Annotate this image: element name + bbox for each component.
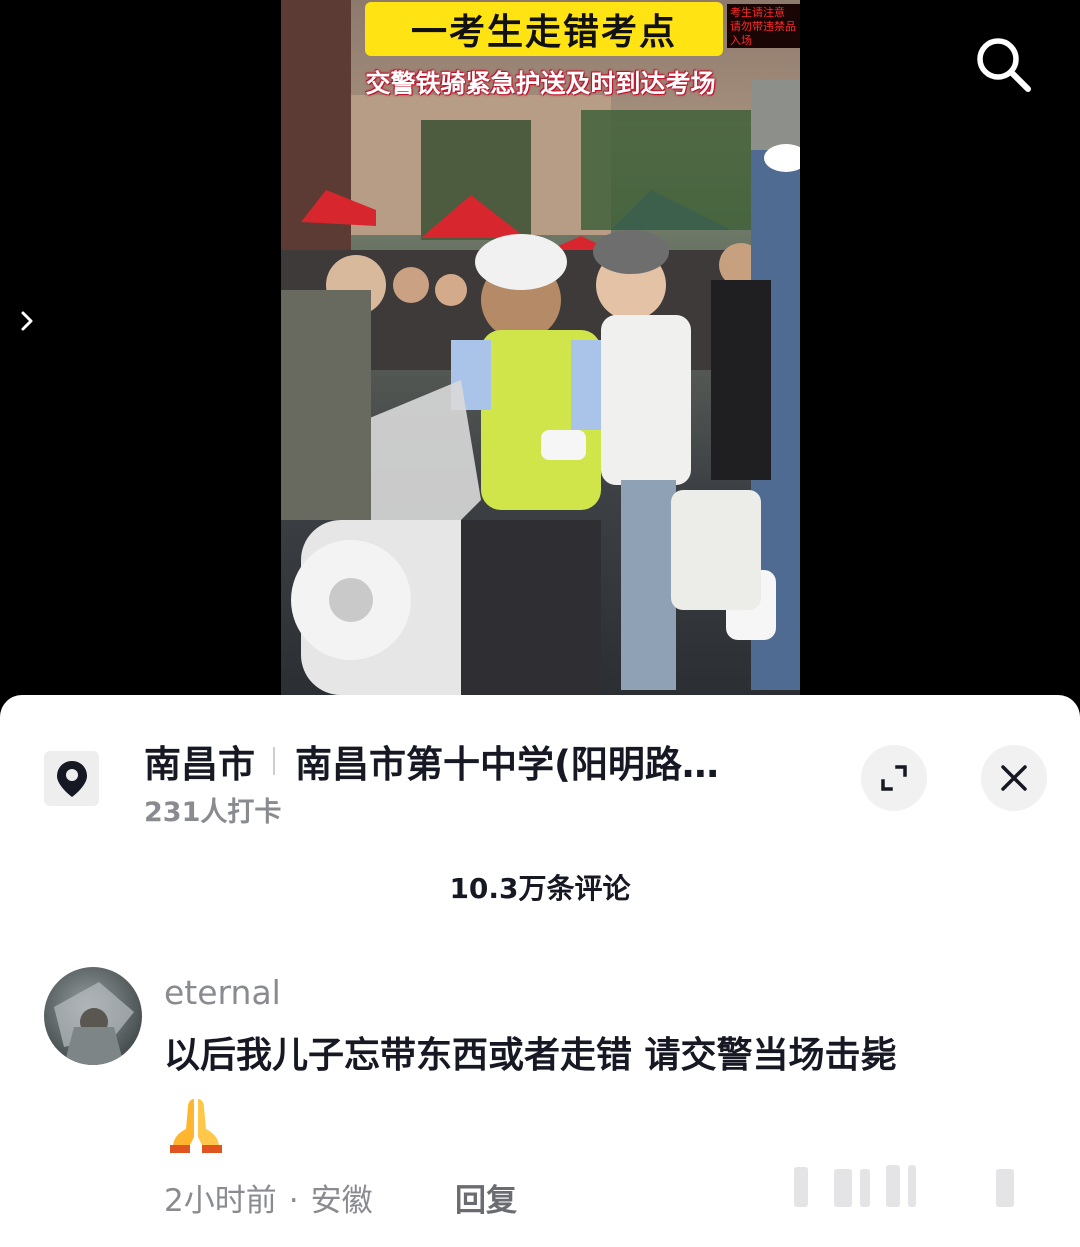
meta-separator: ·	[288, 1183, 299, 1219]
comment-count: 10.3万条评论	[449, 872, 631, 905]
video-player[interactable]: 一考生走错考点 考生请注意 请勿带违禁品入场 交警铁骑紧急护送及时到达考场	[0, 0, 1080, 700]
comment-meta: 2小时前 · 安徽	[164, 1175, 373, 1220]
comment-time: 2小时前	[164, 1183, 277, 1219]
comment-text: 以后我儿子忘带东西或者走错 请交警当场击毙	[164, 1035, 897, 1076]
close-icon	[1001, 765, 1027, 791]
folded-hands-emoji	[164, 1091, 228, 1155]
comment-region: 安徽	[310, 1183, 373, 1219]
comments-sheet: 南昌市 南昌市第十中学(阳明路… 231人打卡 10.3万条评论 eternal…	[0, 695, 1080, 1247]
chevron-right-icon	[21, 311, 33, 331]
comment-username[interactable]: eternal	[164, 973, 281, 1012]
location-place: 南昌市第十中学(阳明路…	[295, 743, 719, 786]
location-city: 南昌市	[144, 743, 255, 786]
expand-sidebar-button[interactable]	[16, 305, 40, 337]
location-checkins: 231人打卡	[144, 797, 282, 828]
video-headline-banner: 一考生走错考点	[365, 2, 723, 56]
location-title[interactable]: 南昌市 南昌市第十中学(阳明路…	[144, 737, 719, 786]
expand-icon	[881, 765, 907, 791]
video-frame[interactable]: 一考生走错考点 考生请注意 请勿带违禁品入场 交警铁骑紧急护送及时到达考场	[281, 0, 800, 695]
close-button[interactable]	[981, 745, 1047, 811]
reply-button[interactable]: 回复	[455, 1175, 517, 1220]
avatar-image	[54, 982, 134, 1065]
video-subtitle: 交警铁骑紧急护送及时到达考场	[365, 69, 716, 98]
search-icon	[977, 38, 1031, 92]
location-divider	[273, 747, 275, 775]
location-icon-box[interactable]	[44, 751, 99, 806]
led-sign: 考生请注意 请勿带违禁品入场	[727, 4, 800, 48]
video-scene-illustration	[281, 0, 800, 695]
folded-hands-icon	[170, 1099, 222, 1153]
location-pin-icon	[56, 760, 87, 797]
avatar[interactable]	[44, 967, 142, 1065]
fullscreen-button[interactable]	[861, 745, 927, 811]
watermark-logo	[794, 1165, 1014, 1207]
search-button[interactable]	[972, 33, 1034, 95]
